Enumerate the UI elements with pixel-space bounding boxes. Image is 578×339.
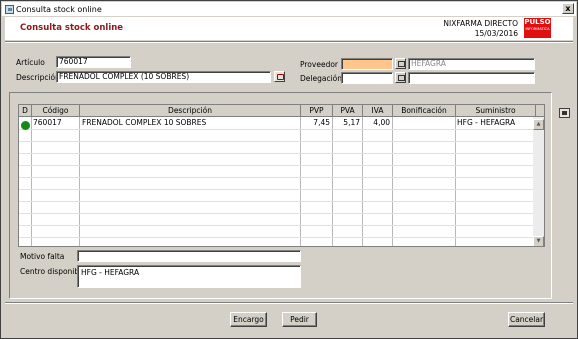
app-icon [5, 4, 14, 14]
vertical-scrollbar[interactable]: ▲ ▼ [533, 117, 544, 246]
pedir-button[interactable]: Pedir [282, 312, 317, 327]
col-header-descripcion[interactable]: Descripción [80, 105, 301, 117]
articulo-label: Artículo [16, 58, 45, 67]
grid-line [31, 117, 32, 246]
stock-table[interactable]: D Código Descripción PVP PVA IVA Bonific… [18, 104, 545, 247]
cell-iva: 4,00 [373, 118, 390, 127]
descripcion-label: Descripción [16, 73, 60, 82]
window-title: Consulta stock online [16, 4, 102, 14]
logo-subtext: INFORMATICA [525, 27, 550, 31]
delegacion-name-field [408, 72, 535, 84]
grid-line [392, 117, 393, 246]
row-line [19, 141, 534, 142]
lookup-article-icon[interactable] [274, 71, 285, 82]
grid-line [79, 117, 80, 246]
logo-text: PULSO [524, 18, 551, 26]
cell-pva: 5,17 [343, 118, 360, 127]
grid-line [362, 117, 363, 246]
col-header-d[interactable]: D [19, 105, 32, 117]
encargo-button[interactable]: Encargo [230, 312, 267, 327]
divider [5, 41, 573, 43]
page-title: Consulta stock online [20, 23, 124, 33]
col-header-pva[interactable]: PVA [333, 105, 363, 117]
delegacion-label: Delegación [300, 74, 342, 83]
centro-textarea[interactable]: HFG - HEFAGRA [77, 265, 301, 288]
cell-codigo: 760017 [33, 118, 62, 127]
company-name: NIXFARMA DIRECTO [443, 19, 518, 28]
row-line [19, 213, 534, 214]
row-line [19, 237, 534, 238]
row-line [19, 189, 534, 190]
grid-line [332, 117, 333, 246]
header-panel: Consulta stock online NIXFARMA DIRECTO 1… [5, 17, 573, 40]
motivo-label: Motivo falta [20, 252, 65, 261]
delegacion-lookup-icon[interactable] [395, 72, 406, 83]
centro-label: Centro disponible [20, 267, 86, 276]
col-header-iva[interactable]: IVA [363, 105, 393, 117]
col-header-suministro[interactable]: Suministro [456, 105, 536, 117]
motivo-field[interactable] [77, 250, 301, 262]
col-header-pvp[interactable]: PVP [301, 105, 333, 117]
proveedor-label: Proveedor [300, 60, 338, 69]
close-button[interactable]: x [562, 3, 574, 14]
row-line [19, 225, 534, 226]
delegacion-code-field[interactable] [341, 72, 393, 84]
grid-line [455, 117, 456, 246]
col-header-codigo[interactable]: Código [32, 105, 80, 117]
row-line [19, 165, 534, 166]
row-line [19, 201, 534, 202]
status-dot-icon [21, 121, 30, 130]
export-icon[interactable] [559, 108, 570, 118]
header-date: 15/03/2016 [474, 29, 518, 38]
col-header-filler [536, 105, 544, 117]
pulso-logo: PULSO INFORMATICA [524, 18, 551, 38]
row-line [19, 129, 534, 130]
cancelar-button[interactable]: Cancelar [508, 312, 545, 327]
row-line [19, 153, 534, 154]
proveedor-name-field: HEFAGRA [408, 58, 535, 70]
scroll-down-icon[interactable]: ▼ [533, 236, 544, 246]
grid-line [300, 117, 301, 246]
title-bar: Consulta stock online x [2, 2, 576, 16]
cell-pvp: 7,45 [313, 118, 330, 127]
scroll-up-icon[interactable]: ▲ [533, 119, 544, 130]
cell-descripcion: FRENADOL COMPLEX 10 SOBRES [82, 118, 207, 127]
col-header-bonificacion[interactable]: Bonificación [393, 105, 456, 117]
proveedor-lookup-icon[interactable] [395, 58, 406, 69]
cell-suministro: HFG - HEFAGRA [457, 118, 516, 127]
descripcion-field[interactable]: FRENADOL COMPLEX (10 SOBRES) [56, 71, 271, 83]
window: Consulta stock online x Consulta stock o… [0, 0, 578, 339]
articulo-field[interactable]: 760017 [56, 56, 131, 68]
divider [5, 302, 573, 304]
row-line [19, 177, 534, 178]
proveedor-code-field[interactable] [341, 58, 393, 70]
